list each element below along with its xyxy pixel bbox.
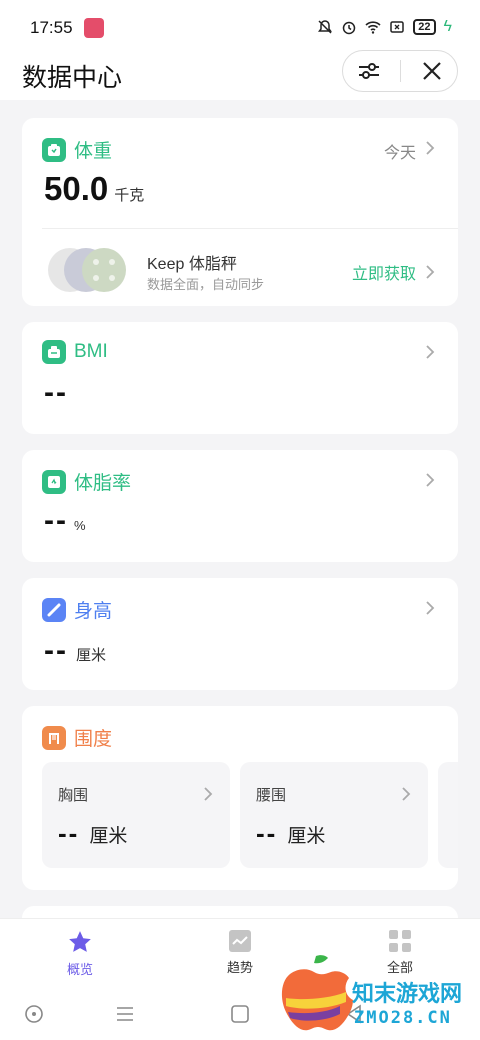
body-fat-title: 体脂率 <box>74 473 132 494</box>
chevron-right-icon <box>426 345 435 359</box>
sliders-icon <box>358 63 379 79</box>
menu-icon[interactable] <box>113 1002 137 1026</box>
trend-icon <box>229 930 251 952</box>
chevron-right-icon <box>204 787 213 801</box>
page-title: 数据中心 <box>22 64 123 92</box>
tab-trend-label: 趋势 <box>226 960 253 975</box>
chest-girth-value: -- <box>58 818 80 848</box>
girth-card-header: 围度 <box>42 724 112 751</box>
chevron-right-icon <box>426 473 435 487</box>
chest-girth-value-row: -- 厘米 <box>58 818 127 849</box>
chest-girth-label: 胸围 <box>58 787 89 804</box>
height-value-row: -- 厘米 <box>44 634 106 668</box>
body-fat-card[interactable]: 体脂率 -- % <box>22 450 458 562</box>
chevron-right-icon <box>426 601 435 615</box>
bmi-card[interactable]: BMI -- <box>22 322 458 434</box>
mini-program-capsule <box>342 50 458 92</box>
weight-title: 体重 <box>74 141 113 162</box>
weight-card[interactable]: 体重 今天 50.0 千克 Keep 体脂秤 数据全面，自动同步 立即获取 <box>22 118 458 306</box>
keep-scale-name: Keep 体脂秤 <box>147 256 237 273</box>
height-value: -- <box>44 634 68 667</box>
waist-girth-value: -- <box>256 818 278 848</box>
height-card[interactable]: 身高 -- 厘米 <box>22 578 458 690</box>
tab-overview[interactable]: 概览 <box>0 919 160 990</box>
height-unit: 厘米 <box>75 647 106 664</box>
star-icon <box>69 931 91 952</box>
body-fat-unit: % <box>73 518 86 533</box>
site-watermark: 知末游戏网 ZMO28.CN <box>274 950 474 1040</box>
chevron-right-icon <box>402 787 411 801</box>
next-girth-item-partial[interactable] <box>438 762 458 868</box>
mute-bell-icon <box>318 20 333 34</box>
chevron-right-icon <box>426 141 435 155</box>
body-scale-image <box>48 248 126 292</box>
chest-girth-unit: 厘米 <box>89 826 128 847</box>
status-time: 17:55 <box>30 18 73 37</box>
sim-icon <box>390 21 405 33</box>
waist-girth-unit: 厘米 <box>287 826 326 847</box>
alarm-icon <box>343 21 356 35</box>
card-divider <box>42 228 458 229</box>
height-card-header: 身高 <box>42 596 112 623</box>
ruler-icon <box>42 597 66 622</box>
tab-overview-label: 概览 <box>66 962 93 977</box>
bmi-value: -- <box>44 376 68 409</box>
page-header: 数据中心 <box>0 50 480 100</box>
keep-scale-promo[interactable]: Keep 体脂秤 数据全面，自动同步 立即获取 <box>44 232 458 308</box>
chevron-right-icon <box>426 265 435 279</box>
home-icon[interactable] <box>228 1002 252 1026</box>
waist-girth-item[interactable]: 腰围 -- 厘米 <box>240 762 428 868</box>
body-fat-card-header: 体脂率 <box>42 468 131 495</box>
body-fat-value: -- <box>44 504 68 537</box>
get-now-link[interactable]: 立即获取 <box>352 260 416 284</box>
weight-value: 50.0 <box>44 170 109 207</box>
weight-unit: 千克 <box>114 187 145 204</box>
watermark-title: 知末游戏网 <box>352 981 463 1006</box>
charging-icon: ϟ <box>443 18 452 35</box>
chest-girth-item[interactable]: 胸围 -- 厘米 <box>42 762 230 868</box>
close-button[interactable] <box>412 53 452 89</box>
weight-date: 今天 <box>383 145 416 162</box>
status-icons: 22 ϟ <box>317 18 452 36</box>
weight-icon <box>42 137 66 162</box>
body-fat-icon <box>42 469 66 494</box>
close-icon <box>422 62 441 80</box>
bmi-title: BMI <box>74 341 108 362</box>
assistant-icon[interactable] <box>22 1002 46 1026</box>
body-fat-value-row: -- % <box>44 504 86 538</box>
girth-title: 围度 <box>74 729 113 750</box>
status-bar: 17:55 22 ϟ <box>0 0 480 54</box>
wifi-icon <box>365 21 381 34</box>
capsule-divider <box>399 60 401 82</box>
settings-button[interactable] <box>349 53 389 89</box>
weight-value-row: 50.0 千克 <box>44 170 144 208</box>
bmi-card-header: BMI <box>42 340 108 364</box>
app-notification-icon <box>84 18 104 38</box>
bmi-value-row: -- <box>44 376 68 410</box>
battery-indicator: 22 <box>413 19 436 35</box>
tape-icon <box>42 725 66 750</box>
height-title: 身高 <box>74 601 113 622</box>
apple-logo-icon <box>281 955 353 1031</box>
keep-scale-desc: 数据全面，自动同步 <box>147 277 265 292</box>
waist-girth-value-row: -- 厘米 <box>256 818 325 849</box>
weight-card-header: 体重 <box>42 136 112 163</box>
girth-card: 围度 胸围 -- 厘米 腰围 -- 厘米 <box>22 706 458 890</box>
waist-girth-label: 腰围 <box>256 787 287 804</box>
watermark-url: ZMO28.CN <box>354 1008 452 1028</box>
bmi-icon <box>42 340 66 364</box>
